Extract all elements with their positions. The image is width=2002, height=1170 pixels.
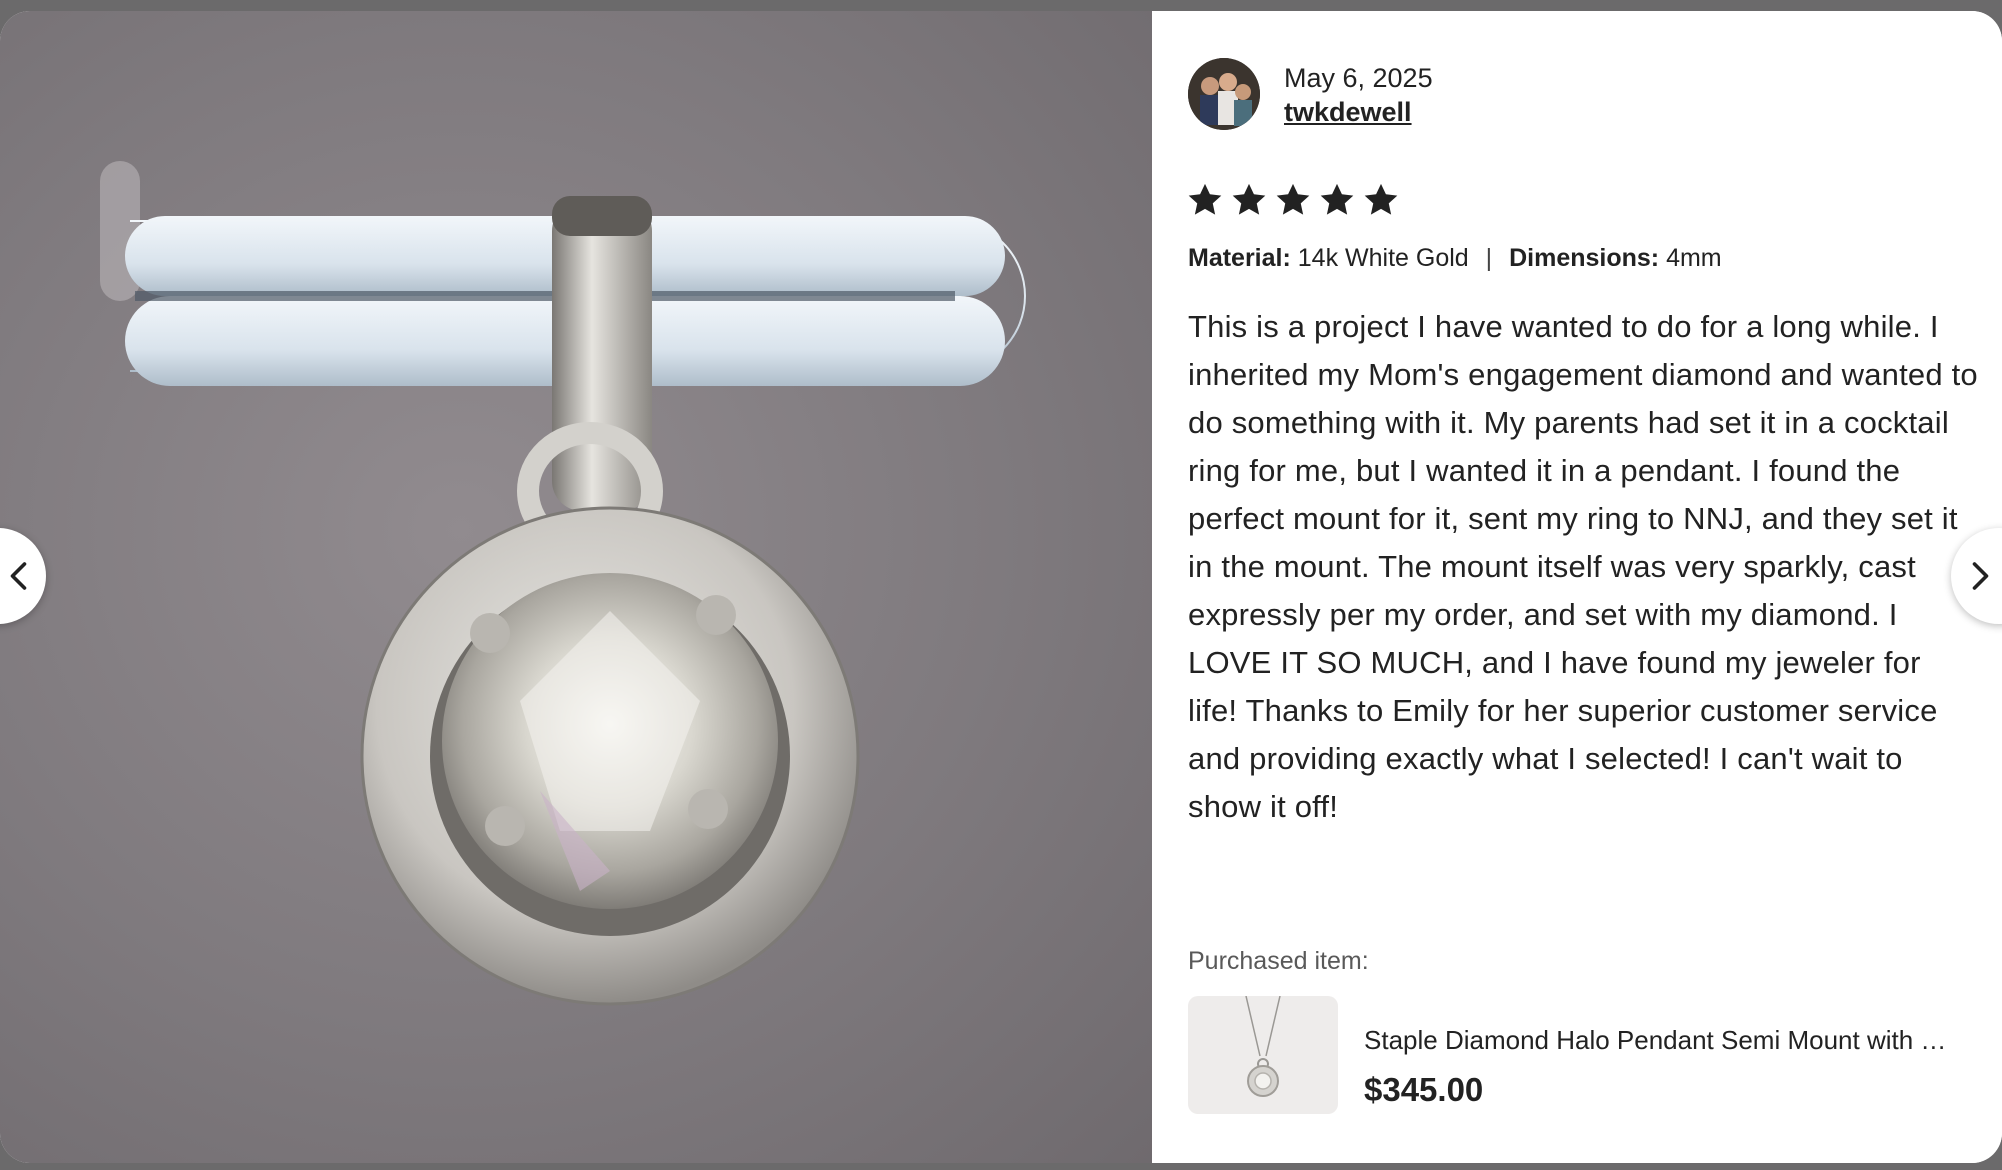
variation-separator: | xyxy=(1485,244,1493,272)
star-icon xyxy=(1320,183,1354,215)
star-icon xyxy=(1188,183,1222,215)
dimensions-label: Dimensions: xyxy=(1509,244,1660,272)
review-photo xyxy=(0,11,1152,1163)
purchased-item-label: Purchased item: xyxy=(1188,947,1369,975)
purchased-item-thumbnail[interactable] xyxy=(1188,996,1338,1114)
dimensions-value: 4mm xyxy=(1666,244,1722,272)
star-rating xyxy=(1186,181,1400,219)
purchased-item-title-link[interactable]: Staple Diamond Halo Pendant Semi Mount w… xyxy=(1364,1025,1964,1056)
review-panel: May 6, 2025 twkdewell Material: 14k Whit… xyxy=(1152,11,2002,1163)
material-label: Material: xyxy=(1188,244,1291,272)
review-date: May 6, 2025 xyxy=(1284,63,1433,93)
chevron-right-icon xyxy=(1972,562,1989,590)
chevron-left-icon xyxy=(10,562,27,590)
avatar-photo-icon xyxy=(1188,58,1260,130)
pendant-photo-image xyxy=(100,161,1026,1006)
material-value: 14k White Gold xyxy=(1297,244,1469,272)
star-icon xyxy=(1276,183,1310,215)
star-icon xyxy=(1232,183,1266,215)
purchased-item-price: $345.00 xyxy=(1364,1071,1484,1108)
review-text: This is a project I have wanted to do fo… xyxy=(1188,309,1978,824)
review-photo-modal: May 6, 2025 twkdewell Material: 14k Whit… xyxy=(0,11,2002,1163)
reviewer-avatar[interactable] xyxy=(1188,58,1260,130)
star-icon xyxy=(1364,183,1398,215)
pendant-thumbnail-image xyxy=(1245,996,1281,1097)
review-variations: Material: 14k White Gold | Dimensions: 4… xyxy=(1188,244,1722,273)
reviewer-name-link[interactable]: twkdewell xyxy=(1284,97,1412,128)
